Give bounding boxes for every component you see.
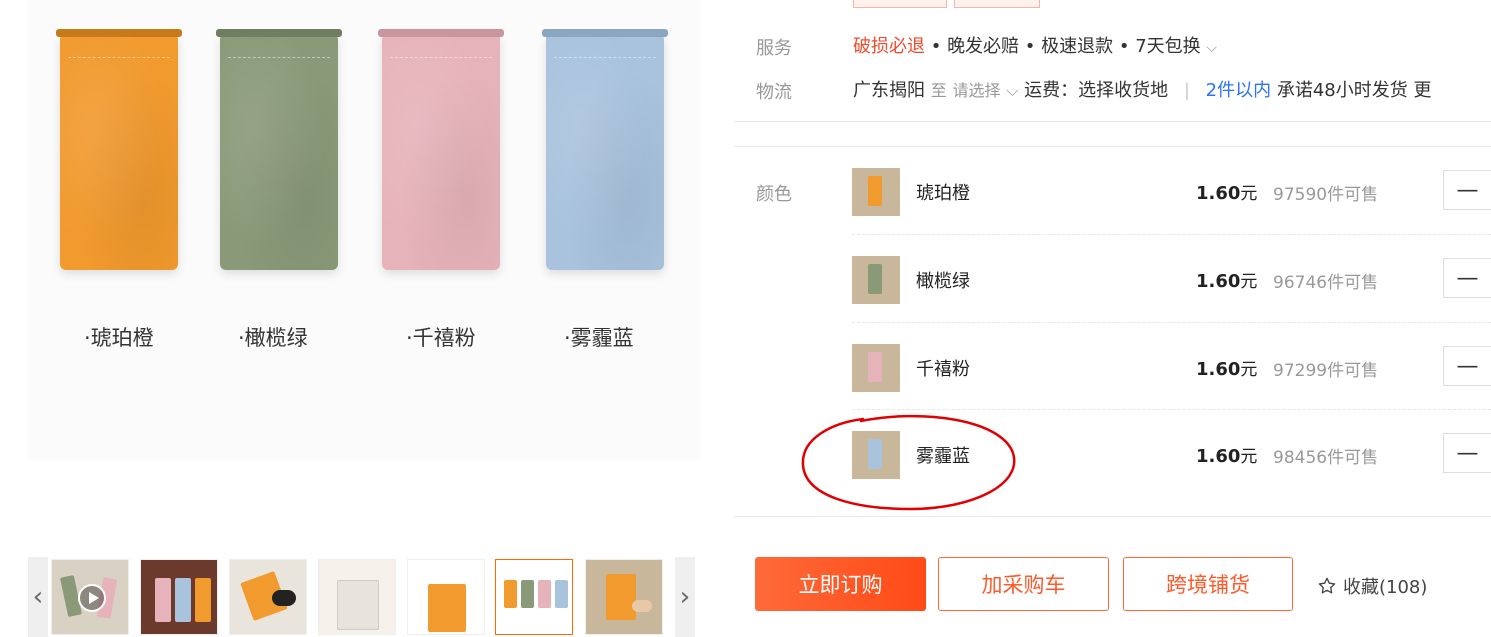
color-label: 颜色 (756, 184, 792, 205)
thumbnail-3[interactable] (229, 559, 307, 635)
sku-stock: 98456件可售 (1273, 448, 1379, 468)
thumbnail-2[interactable] (140, 559, 218, 635)
sku-stock: 97590件可售 (1273, 185, 1379, 205)
sku-thumbnail[interactable] (852, 344, 900, 392)
cross-border-button[interactable]: 跨境铺货 (1123, 557, 1293, 611)
sku-name: 橄榄绿 (916, 271, 970, 292)
divider (734, 516, 1491, 517)
chevron-down-icon[interactable]: ⌵ (1006, 81, 1018, 100)
pouch-olive-green (216, 29, 342, 270)
image-label-olive: ·橄榄绿 (238, 326, 308, 350)
thumbnail-5[interactable] (407, 559, 485, 635)
sku-thumbnail[interactable] (852, 168, 900, 216)
favorite-button[interactable]: 收藏(108) (1317, 573, 1427, 599)
thumbnail-strip: ‹ › (28, 557, 698, 637)
more-text: 更 (1413, 80, 1432, 101)
shipping-fee: 运费：选择收货地 (1024, 80, 1169, 101)
quantity-minus-button[interactable]: — (1443, 433, 1491, 473)
destination-select[interactable]: 请选择 (952, 81, 1000, 100)
service-item: 晚发必赔 (947, 36, 1020, 57)
thumb-prev-button[interactable]: ‹ (28, 557, 48, 637)
top-tag-2 (954, 0, 1040, 8)
sku-row-olive: 橄榄绿 1.60元 96746件可售 — (852, 234, 1491, 322)
quantity-minus-button[interactable]: — (1443, 258, 1491, 298)
ship-origin: 广东揭阳 (853, 80, 925, 101)
pouch-haze-blue (542, 29, 668, 270)
sku-row-blue: 雾霾蓝 1.60元 98456件可售 — (852, 409, 1491, 497)
quantity-minus-button[interactable]: — (1443, 346, 1491, 386)
service-label: 服务 (756, 38, 792, 59)
main-product-image[interactable]: ·琥珀橙 ·橄榄绿 ·千禧粉 ·雾霾蓝 (28, 0, 700, 460)
sku-name: 雾霾蓝 (916, 446, 970, 467)
thumbnail-6-selected[interactable] (495, 559, 573, 635)
service-item: 破损必退 (853, 36, 925, 57)
buy-now-button[interactable]: 立即订购 (755, 557, 926, 611)
pouch-amber-orange (56, 29, 182, 270)
sku-thumbnail[interactable] (852, 431, 900, 479)
sku-price: 1.60元 (1196, 183, 1258, 204)
sku-price: 1.60元 (1196, 271, 1258, 292)
thumbnail-4[interactable] (318, 559, 396, 635)
favorite-label: 收藏(108) (1343, 577, 1428, 598)
sku-price: 1.60元 (1196, 446, 1258, 467)
service-item: 7天包换 (1135, 36, 1201, 57)
service-guarantees[interactable]: 破损必退 • 晚发必赔 • 极速退款 • 7天包换 ⌵ (853, 32, 1217, 58)
ship-promise: 承诺48小时发货 (1276, 80, 1408, 101)
sku-name: 千禧粉 (916, 359, 970, 380)
product-gallery: ·琥珀橙 ·橄榄绿 ·千禧粉 ·雾霾蓝 ‹ › (0, 0, 710, 637)
chevron-right-icon: › (679, 582, 691, 612)
sku-row-pink: 千禧粉 1.60元 97299件可售 — (852, 322, 1491, 410)
sku-row-amber: 琥珀橙 1.60元 97590件可售 — (852, 147, 1491, 234)
logistics-row: 广东揭阳 至 请选择 ⌵ 运费：选择收货地 | 2件以内 承诺48小时发货 更 (853, 80, 1432, 101)
sku-name: 琥珀橙 (916, 183, 970, 204)
image-label-blue: ·雾霾蓝 (564, 326, 634, 350)
sku-thumbnail[interactable] (852, 256, 900, 304)
thumb-next-button[interactable]: › (675, 557, 695, 637)
pouch-millennial-pink (378, 29, 504, 270)
thumbnail-7[interactable] (585, 559, 663, 635)
chevron-left-icon: ‹ (32, 582, 44, 612)
chevron-down-icon[interactable]: ⌵ (1206, 40, 1217, 56)
play-icon (78, 584, 106, 612)
image-label-amber: ·琥珀橙 (84, 326, 154, 350)
quantity-range-link[interactable]: 2件以内 (1206, 80, 1271, 101)
sku-stock: 96746件可售 (1273, 273, 1379, 293)
service-item: 极速退款 (1041, 36, 1114, 57)
top-tag-1 (853, 0, 947, 8)
thumbnail-video[interactable] (51, 559, 129, 635)
sku-price: 1.60元 (1196, 359, 1258, 380)
product-detail-panel: 服务 破损必退 • 晚发必赔 • 极速退款 • 7天包换 ⌵ 物流 广东揭阳 至… (734, 0, 1491, 637)
image-label-pink: ·千禧粉 (406, 326, 476, 350)
divider (734, 121, 1491, 122)
sku-stock: 97299件可售 (1273, 361, 1379, 381)
star-icon (1318, 577, 1336, 594)
quantity-minus-button[interactable]: — (1443, 170, 1491, 210)
logistics-label: 物流 (756, 82, 792, 103)
add-to-cart-button[interactable]: 加采购车 (938, 557, 1109, 611)
